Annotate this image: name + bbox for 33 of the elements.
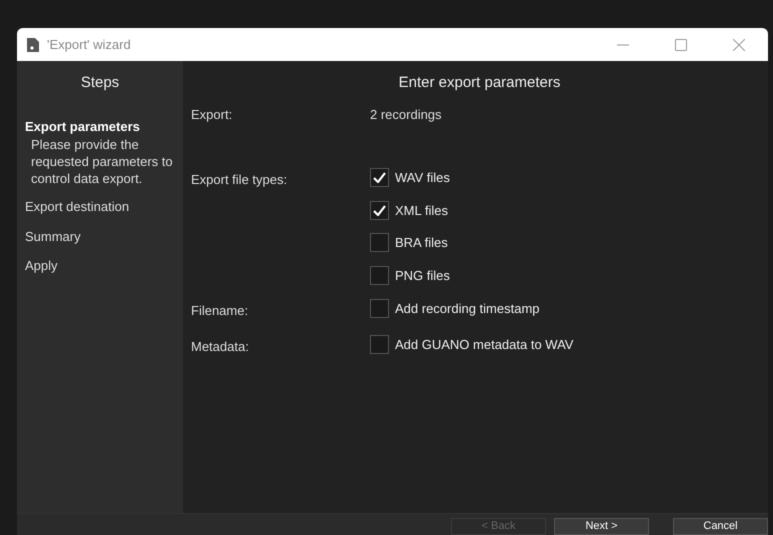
checkbox-label: Add recording timestamp xyxy=(395,300,540,318)
step-item[interactable]: Apply xyxy=(25,256,183,276)
wizard-button[interactable]: Cancel xyxy=(673,518,768,535)
checkbox[interactable] xyxy=(370,299,389,318)
checkmark-icon xyxy=(373,172,386,184)
field-label: Filename: xyxy=(191,302,250,320)
maximize-icon[interactable] xyxy=(675,38,687,50)
checkbox[interactable] xyxy=(370,266,389,285)
checkmark-icon xyxy=(373,204,386,216)
checkbox-label: Add GUANO metadata to WAV xyxy=(395,336,574,354)
step-description: Please provide the requested parameters to control data export. xyxy=(30,136,174,187)
checkbox-label: BRA files xyxy=(395,234,448,252)
step-item[interactable]: Summary xyxy=(25,226,183,246)
minimize-icon[interactable] xyxy=(617,44,629,46)
steps-title: Steps xyxy=(80,73,120,93)
wizard-button[interactable]: Next > xyxy=(554,518,649,535)
checkbox-label: PNG files xyxy=(395,266,450,284)
window-title: 'Export' wizard xyxy=(47,36,131,54)
document-icon xyxy=(27,38,39,52)
checkbox[interactable] xyxy=(370,168,389,188)
close-icon[interactable] xyxy=(733,38,745,50)
checkbox[interactable] xyxy=(370,334,389,354)
page-heading: Enter export parameters xyxy=(398,73,562,93)
field-value: 2 recordings xyxy=(370,106,442,124)
checkbox-label: WAV files xyxy=(395,169,450,187)
step-item[interactable]: Export destination xyxy=(25,197,183,216)
checkbox[interactable] xyxy=(370,200,389,220)
checkbox[interactable] xyxy=(370,233,389,252)
checkbox-label: XML files xyxy=(395,202,448,220)
step-item[interactable]: Export parameters xyxy=(25,116,183,136)
field-label: Export: xyxy=(191,106,234,124)
field-label: Export file types: xyxy=(191,171,288,189)
field-label: Metadata: xyxy=(191,338,250,356)
